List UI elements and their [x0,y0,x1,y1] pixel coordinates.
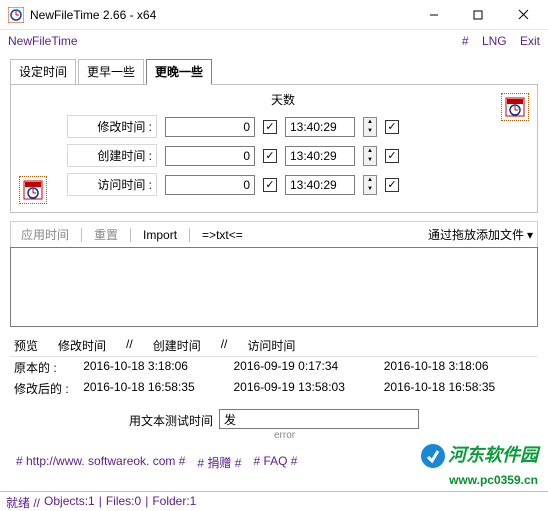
preview-title: 预览 [14,337,38,354]
days-input-access[interactable] [165,175,255,195]
after-modify: 2016-10-18 16:58:35 [83,380,233,397]
menu-hash[interactable]: # [462,34,469,48]
time-input-modify[interactable] [285,117,355,137]
col-access: 访问时间 [247,337,295,354]
days-input-create[interactable] [165,146,255,166]
time-spinner-create[interactable]: ▲▼ [363,146,377,166]
menu-appname[interactable]: NewFileTime [8,34,452,48]
after-label: 修改后的 : [14,380,83,397]
col-modify: 修改时间 [58,337,106,354]
chevron-down-icon: ▾ [527,228,533,242]
label-modify-time: 修改时间 : [67,115,157,138]
status-sep: | [99,494,102,509]
import-button[interactable]: Import [137,227,183,243]
days-input-modify[interactable] [165,117,255,137]
watermark-name: 河东软件园 [448,445,538,465]
time-input-access[interactable] [285,175,355,195]
watermark: 河东软件园 www.pc0359.cn [420,443,538,489]
status-folder: Folder:1 [152,494,196,509]
title-bar: NewFileTime 2.66 - x64 [0,0,548,30]
text-test-row: 用文本测试时间 error [10,409,538,429]
row-modify-time: 修改时间 : ✓ ▲▼ ✓ [23,115,525,138]
days-header: 天数 [271,91,295,108]
after-access: 2016-10-18 16:58:35 [384,380,534,397]
reset-button[interactable]: 重置 [88,225,124,244]
status-objects: Objects:1 [44,494,95,509]
clock-icon-bottom[interactable] [19,176,47,204]
dragdrop-label: 通过拖放添加文件 [428,226,524,243]
close-button[interactable] [500,1,546,29]
original-create: 2016-09-19 0:17:34 [233,359,383,376]
window-title: NewFileTime 2.66 - x64 [30,8,412,22]
status-bar: 就绪 // Objects:1 | Files:0 | Folder:1 [0,491,548,511]
tab-later[interactable]: 更晚一些 [146,59,212,85]
row-access-time: 访问时间 : ✓ ▲▼ ✓ [23,173,525,196]
dragdrop-dropdown[interactable]: 通过拖放添加文件 ▾ [428,226,533,243]
menu-bar: NewFileTime # LNG Exit [0,30,548,52]
preview-original-row: 原本的 : 2016-10-18 3:18:06 2016-09-19 0:17… [10,357,538,378]
original-label: 原本的 : [14,359,83,376]
separator [81,228,82,242]
checkbox-create-days[interactable]: ✓ [263,149,277,163]
slash: // [126,337,133,354]
tab-panel: 天数 修改时间 : ✓ ▲ [10,84,538,213]
checkbox-create-time[interactable]: ✓ [385,149,399,163]
status-sep: | [145,494,148,509]
checkbox-access-time[interactable]: ✓ [385,178,399,192]
minimize-button[interactable] [412,1,456,29]
col-create: 创建时间 [153,337,201,354]
checkbox-modify-time[interactable]: ✓ [385,120,399,134]
checkbox-modify-days[interactable]: ✓ [263,120,277,134]
label-create-time: 创建时间 : [67,144,157,167]
menu-lng[interactable]: LNG [482,34,507,48]
time-input-create[interactable] [285,146,355,166]
maximize-button[interactable] [456,1,500,29]
file-toolbar: 应用时间 重置 Import =>txt<= 通过拖放添加文件 ▾ [10,221,538,247]
original-access: 2016-10-18 3:18:06 [384,359,534,376]
row-create-time: 创建时间 : ✓ ▲▼ ✓ [23,144,525,167]
link-website[interactable]: # http://www. softwareok. com # [16,454,185,471]
tab-earlier[interactable]: 更早一些 [78,59,144,85]
after-create: 2016-09-19 13:58:03 [233,380,383,397]
text-test-error: error [274,430,295,441]
link-donate[interactable]: # 捐赠 # [197,454,241,471]
link-faq[interactable]: # FAQ # [253,454,297,471]
text-test-input[interactable] [219,409,419,429]
apply-time-button[interactable]: 应用时间 [15,225,75,244]
tab-set-time[interactable]: 设定时间 [10,59,76,85]
client-area: 设定时间 更早一些 更晚一些 天数 [0,52,548,476]
separator [130,228,131,242]
app-icon [8,7,24,23]
tab-strip: 设定时间 更早一些 更晚一些 [10,58,538,84]
preview-header: 预览 修改时间 // 创建时间 // 访问时间 [10,333,538,357]
file-list[interactable] [10,247,538,327]
original-modify: 2016-10-18 3:18:06 [83,359,233,376]
preview-after-row: 修改后的 : 2016-10-18 16:58:35 2016-09-19 13… [10,378,538,399]
label-access-time: 访问时间 : [67,173,157,196]
slash: // [221,337,228,354]
menu-exit[interactable]: Exit [520,34,540,48]
time-spinner-access[interactable]: ▲▼ [363,175,377,195]
separator [189,228,190,242]
watermark-url: www.pc0359.cn [449,473,538,487]
time-spinner-modify[interactable]: ▲▼ [363,117,377,137]
text-test-label: 用文本测试时间 [129,409,213,429]
status-files: Files:0 [106,494,141,509]
txt-button[interactable]: =>txt<= [196,227,249,243]
clock-icon-top[interactable] [501,93,529,121]
status-ready: 就绪 // [6,494,40,509]
checkbox-access-days[interactable]: ✓ [263,178,277,192]
